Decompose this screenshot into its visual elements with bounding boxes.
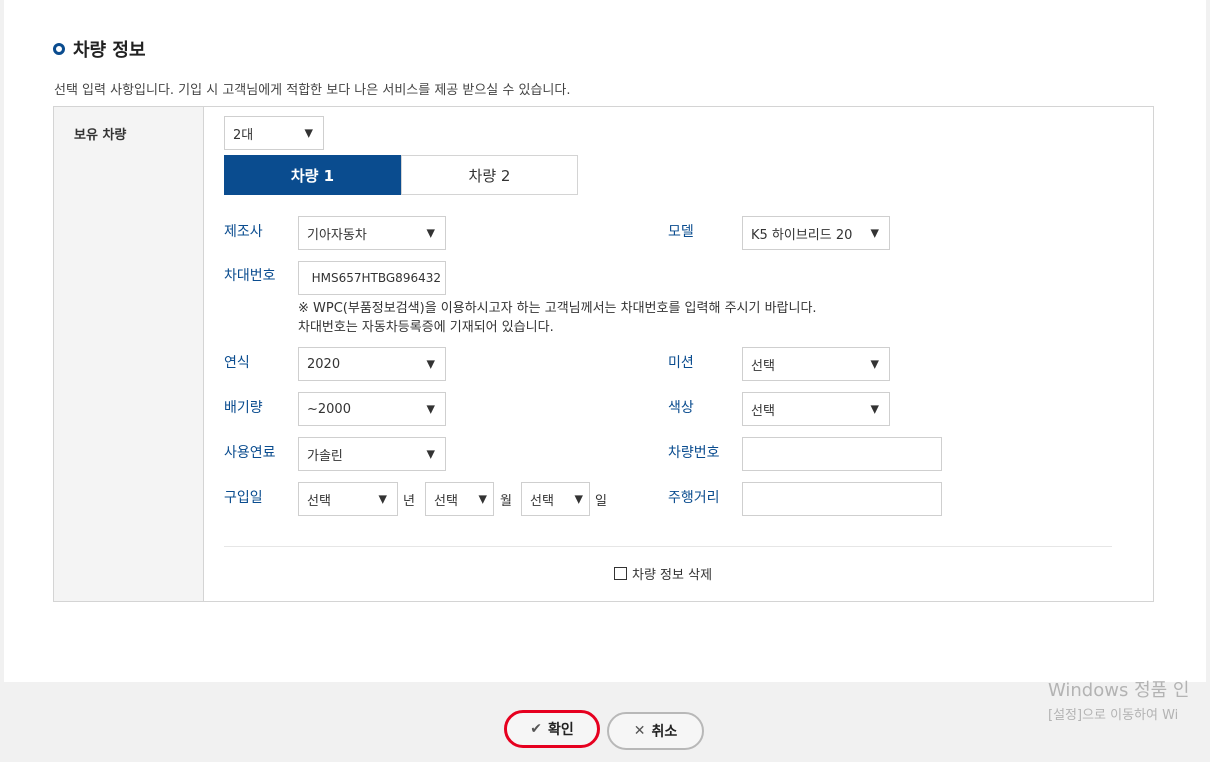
dropdown-arrow-icon: ▼ [426, 402, 435, 416]
dropdown-arrow-icon: ▼ [378, 492, 387, 506]
purchase-year-select[interactable]: 선택 ▼ [298, 482, 398, 516]
model-select[interactable]: K5 하이브리드 20 ▼ [742, 216, 890, 250]
vin-notice-line2: 차대번호는 자동차등록증에 기재되어 있습니다. [298, 320, 554, 335]
watermark-line2: [설정]으로 이동하여 Wi [1048, 708, 1179, 723]
windows-activation-watermark: Windows 정품 인 [설정]으로 이동하여 Wi [1048, 676, 1189, 723]
purchase-date-label: 구입일 [224, 490, 263, 506]
manufacturer-label: 제조사 [224, 224, 263, 240]
dropdown-arrow-icon: ▼ [426, 447, 435, 461]
vin-notice: ※ WPC(부품정보검색)을 이용하시고자 하는 고객님께서는 차대번호를 입력… [298, 299, 817, 337]
purchase-month-select[interactable]: 선택 ▼ [425, 482, 494, 516]
confirm-button[interactable]: ✔ 확인 [504, 710, 600, 748]
vehicle-count-value: 2대 [233, 127, 254, 143]
bullet-icon [53, 43, 65, 55]
model-value: K5 하이브리드 20 [751, 227, 853, 243]
dropdown-arrow-icon: ▼ [304, 126, 313, 140]
cancel-button[interactable]: ✕ 취소 [607, 712, 704, 750]
day-unit: 일 [595, 494, 607, 509]
displacement-select[interactable]: ~2000 ▼ [298, 392, 446, 426]
dropdown-arrow-icon: ▼ [870, 402, 879, 416]
dropdown-arrow-icon: ▼ [478, 492, 487, 506]
section-title-text: 차량 정보 [73, 40, 146, 61]
confirm-label: 확인 [547, 722, 574, 738]
purchase-year-value: 선택 [307, 493, 331, 509]
plate-number-input[interactable] [742, 437, 942, 471]
model-label: 모델 [668, 224, 694, 240]
section-title: 차량 정보 [53, 36, 146, 62]
vin-label: 차대번호 [224, 268, 276, 284]
plate-number-label: 차량번호 [668, 445, 720, 461]
fuel-value: 가솔린 [307, 448, 343, 464]
transmission-label: 미션 [668, 355, 694, 371]
year-select[interactable]: 2020 ▼ [298, 347, 446, 381]
manufacturer-value: 기아자동차 [307, 227, 367, 243]
owned-vehicles-label: 보유 차량 [74, 128, 127, 143]
month-unit: 월 [500, 494, 512, 509]
mileage-label: 주행거리 [668, 490, 720, 506]
dropdown-arrow-icon: ▼ [870, 357, 879, 371]
purchase-day-select[interactable]: 선택 ▼ [521, 482, 590, 516]
dropdown-arrow-icon: ▼ [870, 226, 879, 240]
purchase-day-value: 선택 [530, 493, 554, 509]
color-select[interactable]: 선택 ▼ [742, 392, 890, 426]
dropdown-arrow-icon: ▼ [574, 492, 583, 506]
delete-vehicle-checkbox[interactable] [614, 567, 627, 580]
displacement-value: ~2000 [307, 401, 351, 417]
delete-vehicle-row[interactable]: 차량 정보 삭제 [614, 564, 712, 583]
delete-vehicle-label: 차량 정보 삭제 [632, 568, 713, 583]
vehicle-form: 보유 차량 2대 ▼ 차량 1 차량 2 제조사 기아자동차 ▼ 모델 K5 하… [53, 106, 1154, 602]
color-label: 색상 [668, 400, 694, 416]
displacement-label: 배기량 [224, 400, 263, 416]
vehicle-count-select[interactable]: 2대 ▼ [224, 116, 324, 150]
year-value: 2020 [307, 356, 341, 372]
section-description: 선택 입력 사항입니다. 기입 시 고객님에게 적합한 보다 나은 서비스를 제… [54, 83, 571, 98]
fuel-label: 사용연료 [224, 445, 276, 461]
cancel-label: 취소 [651, 724, 678, 740]
watermark-line1: Windows 정품 인 [1048, 680, 1190, 701]
mileage-input[interactable] [742, 482, 942, 516]
fuel-select[interactable]: 가솔린 ▼ [298, 437, 446, 471]
label-column: 보유 차량 [54, 107, 204, 601]
vin-input[interactable]: HMS657HTBG896432 [298, 261, 446, 295]
manufacturer-select[interactable]: 기아자동차 ▼ [298, 216, 446, 250]
year-unit: 년 [403, 494, 415, 509]
vin-notice-line1: ※ WPC(부품정보검색)을 이용하시고자 하는 고객님께서는 차대번호를 입력… [298, 301, 817, 316]
close-icon: ✕ [633, 723, 646, 739]
tab-vehicle-1[interactable]: 차량 1 [224, 155, 401, 195]
purchase-month-value: 선택 [434, 493, 458, 509]
dropdown-arrow-icon: ▼ [426, 226, 435, 240]
vin-value: HMS657HTBG896432 [311, 271, 441, 285]
check-icon: ✔ [530, 721, 542, 737]
year-label: 연식 [224, 355, 250, 371]
tab-vehicle-2[interactable]: 차량 2 [401, 155, 578, 195]
divider [224, 546, 1112, 547]
dropdown-arrow-icon: ▼ [426, 357, 435, 371]
transmission-select[interactable]: 선택 ▼ [742, 347, 890, 381]
transmission-value: 선택 [751, 358, 775, 374]
color-value: 선택 [751, 403, 775, 419]
